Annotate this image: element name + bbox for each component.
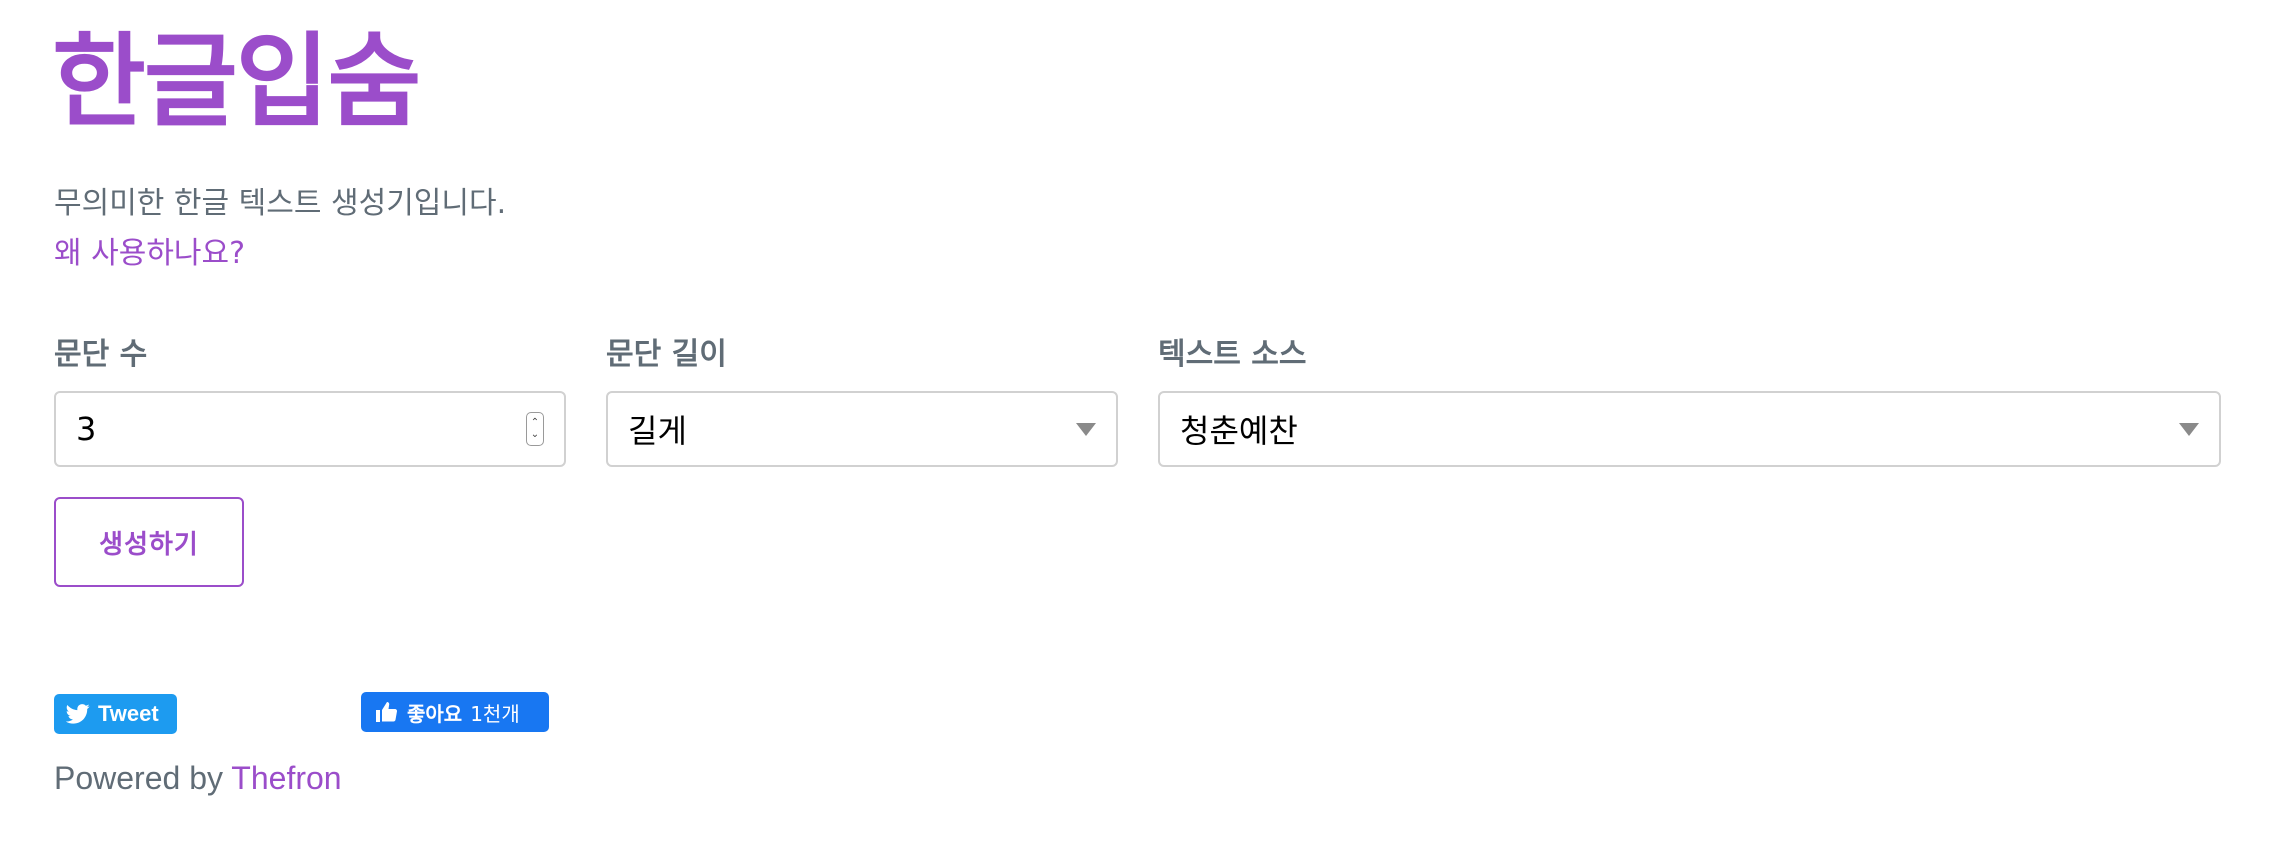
page-title: 한글입숨 — [52, 23, 421, 142]
text-source-select[interactable]: 청춘예찬 — [1158, 391, 2221, 467]
chevron-up-icon[interactable]: ⌃ — [531, 417, 539, 429]
paragraph-count-value: 3 — [76, 410, 97, 448]
thumbs-up-icon — [376, 702, 398, 722]
paragraph-length-label: 문단 길이 — [606, 337, 727, 372]
paragraph-count-input[interactable]: 3 ⌃ ⌄ — [54, 391, 566, 467]
page: 한글입숨 무의미한 한글 텍스트 생성기입니다. 왜 사용하나요? 문단 수 3… — [0, 0, 2284, 864]
why-use-link[interactable]: 왜 사용하나요? — [54, 232, 245, 276]
powered-by-text: Powered by — [54, 760, 223, 796]
powered-by: Powered by Thefron — [54, 756, 342, 800]
twitter-bird-icon — [66, 704, 90, 724]
facebook-like-button[interactable]: 좋아요 1천개 — [361, 692, 549, 732]
like-label: 좋아요 — [407, 701, 463, 726]
generate-button[interactable]: 생성하기 — [54, 497, 244, 587]
text-source-value: 청춘예찬 — [1180, 412, 1298, 450]
dropdown-caret-icon — [1076, 422, 1096, 436]
like-count: 1천개 — [470, 701, 520, 726]
thefron-link[interactable]: Thefron — [231, 760, 341, 796]
paragraph-length-value: 길게 — [628, 412, 687, 450]
number-stepper[interactable]: ⌃ ⌄ — [526, 412, 544, 446]
tweet-label: Tweet — [98, 701, 159, 726]
tweet-button[interactable]: Tweet — [54, 694, 177, 734]
paragraph-length-select[interactable]: 길게 — [606, 391, 1118, 467]
chevron-down-icon[interactable]: ⌄ — [531, 429, 539, 441]
page-subtitle: 무의미한 한글 텍스트 생성기입니다. — [54, 186, 507, 221]
text-source-label: 텍스트 소스 — [1158, 337, 1307, 372]
paragraph-count-label: 문단 수 — [54, 337, 148, 372]
dropdown-caret-icon — [2179, 422, 2199, 436]
